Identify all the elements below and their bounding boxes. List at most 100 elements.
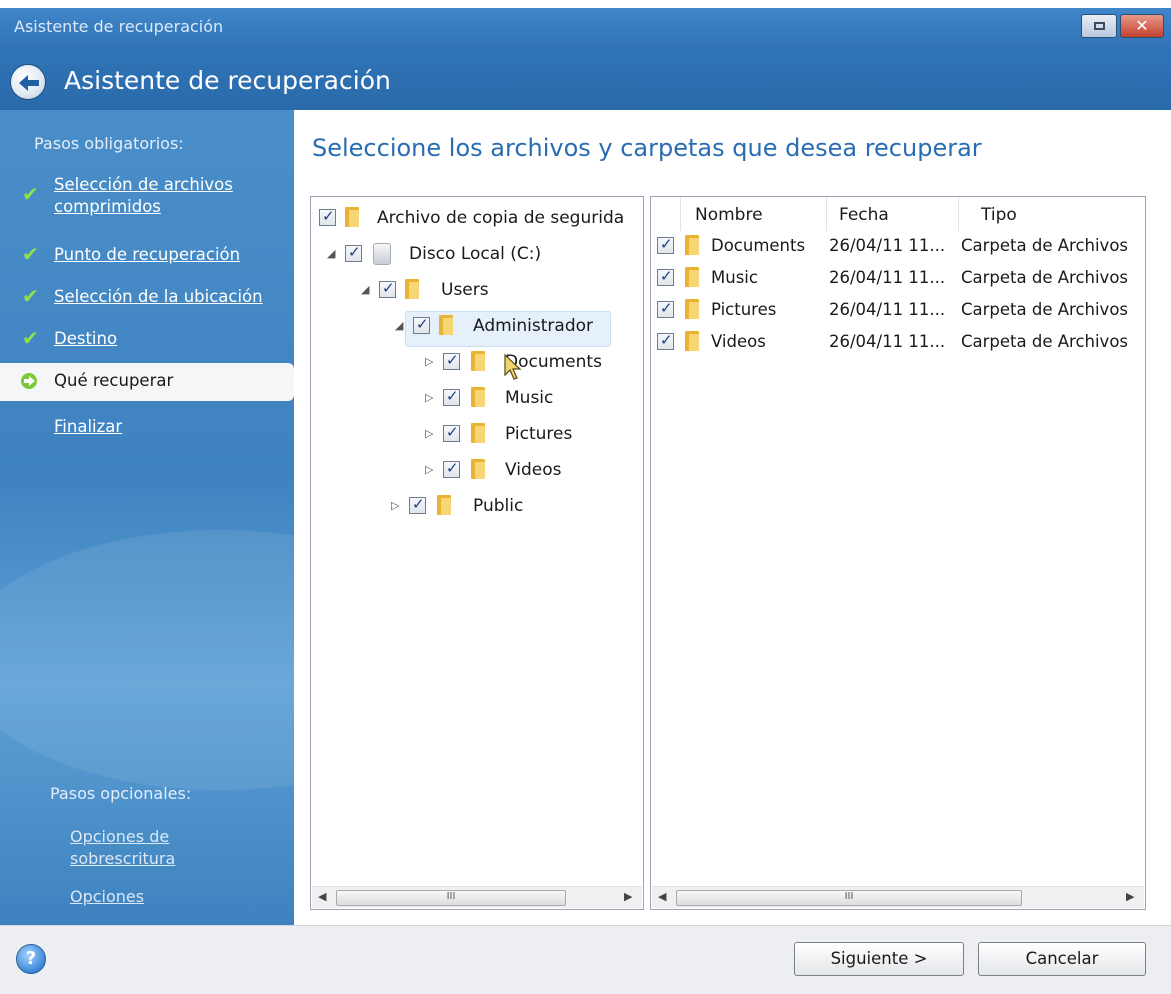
- row-type: Carpeta de Archivos: [961, 332, 1129, 351]
- public-checkbox[interactable]: [409, 495, 426, 514]
- administrador-checkbox[interactable]: [413, 315, 430, 334]
- folder-icon: [405, 279, 419, 299]
- folder-icon: [471, 351, 485, 371]
- restore-icon: [1094, 22, 1105, 30]
- required-steps-label: Pasos obligatorios:: [34, 134, 184, 153]
- sidebar-item-label: Punto de recuperación: [54, 245, 241, 264]
- folder-tree[interactable]: Archivo de copia de segurida ◢ Disco Loc…: [310, 196, 644, 910]
- collapse-icon[interactable]: ◢: [361, 283, 369, 296]
- users-checkbox[interactable]: [379, 279, 396, 298]
- column-header-label: Fecha: [839, 205, 889, 225]
- sidebar-item-what-to-recover[interactable]: Qué recuperar: [0, 363, 294, 401]
- expand-icon[interactable]: ▷: [425, 463, 433, 476]
- tree-node-public[interactable]: Public: [473, 496, 523, 516]
- check-icon: ✔: [22, 182, 39, 206]
- page-title: Asistente de recuperación: [64, 66, 391, 95]
- sidebar-item-label: Selección de la ubicación: [54, 287, 263, 306]
- tree-horizontal-scrollbar[interactable]: ◀ III ▶: [312, 886, 642, 908]
- folder-icon: [471, 459, 485, 479]
- column-header-label: Tipo: [981, 205, 1017, 225]
- sidebar-item-label: Opciones de: [70, 827, 170, 846]
- row-date: 26/04/11 11...: [829, 300, 946, 319]
- folder-icon: [439, 315, 453, 335]
- folder-icon: [685, 267, 699, 287]
- tree-node-users[interactable]: Users: [441, 280, 489, 300]
- sidebar-item-recovery-point[interactable]: ✔ Punto de recuperación: [0, 242, 294, 268]
- check-icon: ✔: [22, 284, 39, 308]
- row-date: 26/04/11 11...: [829, 236, 946, 255]
- sidebar-item-options[interactable]: Opciones: [0, 884, 294, 910]
- column-header-label: Nombre: [695, 205, 763, 225]
- tree-node-pictures[interactable]: Pictures: [505, 424, 572, 444]
- back-arrow-icon: [19, 75, 39, 91]
- column-header-select: [651, 197, 681, 231]
- sidebar-item-label: sobrescritura: [70, 849, 176, 868]
- row-checkbox[interactable]: [657, 235, 674, 254]
- next-button[interactable]: Siguiente >: [794, 942, 964, 976]
- file-list[interactable]: Nombre Fecha Tipo Documents 26/04/11 11.…: [650, 196, 1146, 910]
- expand-icon[interactable]: ▷: [425, 427, 433, 440]
- row-date: 26/04/11 11...: [829, 268, 946, 287]
- cancel-button[interactable]: Cancelar: [978, 942, 1146, 976]
- list-horizontal-scrollbar[interactable]: ◀ III ▶: [652, 886, 1144, 908]
- sidebar-item-label: comprimidos: [54, 197, 161, 216]
- folder-icon: [685, 331, 699, 351]
- scroll-right-icon[interactable]: ▶: [1126, 890, 1134, 903]
- main-content: Seleccione los archivos y carpetas que d…: [294, 110, 1171, 925]
- title-bar: Asistente de recuperación ✕: [0, 8, 1171, 52]
- sidebar: Pasos obligatorios: ✔ Selección de archi…: [0, 110, 294, 925]
- scroll-left-icon[interactable]: ◀: [318, 890, 326, 903]
- music-checkbox[interactable]: [443, 387, 460, 406]
- pictures-checkbox[interactable]: [443, 423, 460, 442]
- scroll-thumb[interactable]: III: [336, 890, 566, 906]
- folder-icon: [471, 387, 485, 407]
- row-name: Videos: [711, 332, 766, 351]
- scroll-right-icon[interactable]: ▶: [624, 890, 632, 903]
- close-icon: ✕: [1135, 16, 1149, 35]
- check-icon: ✔: [22, 242, 39, 266]
- collapse-icon[interactable]: ◢: [395, 319, 403, 332]
- collapse-icon[interactable]: ◢: [327, 247, 335, 260]
- sidebar-item-destination[interactable]: ✔ Destino: [0, 326, 294, 352]
- folder-icon: [471, 423, 485, 443]
- check-icon: ✔: [22, 326, 39, 350]
- tree-node-disk[interactable]: Disco Local (C:): [409, 244, 541, 264]
- scroll-left-icon[interactable]: ◀: [658, 890, 666, 903]
- column-header-type[interactable]: Tipo: [959, 197, 1145, 231]
- back-button[interactable]: [10, 64, 46, 100]
- restore-button[interactable]: [1081, 14, 1117, 38]
- root-checkbox[interactable]: [319, 207, 336, 226]
- videos-checkbox[interactable]: [443, 459, 460, 478]
- row-name: Documents: [711, 236, 806, 255]
- documents-checkbox[interactable]: [443, 351, 460, 370]
- close-button[interactable]: ✕: [1120, 14, 1164, 38]
- disk-checkbox[interactable]: [345, 243, 362, 262]
- sidebar-item-finish[interactable]: Finalizar: [0, 414, 294, 440]
- help-icon: ?: [25, 948, 37, 969]
- row-name: Music: [711, 268, 758, 287]
- help-button[interactable]: ?: [16, 944, 46, 974]
- tree-node-root[interactable]: Archivo de copia de segurida: [377, 208, 624, 228]
- folder-icon: [685, 235, 699, 255]
- recovery-wizard-window: Asistente de recuperación ✕ Asistente de…: [0, 8, 1171, 994]
- column-header-name[interactable]: Nombre: [681, 197, 827, 231]
- row-checkbox[interactable]: [657, 331, 674, 350]
- column-header-date[interactable]: Fecha: [827, 197, 959, 231]
- current-step-arrow-icon: [21, 373, 37, 389]
- row-checkbox[interactable]: [657, 267, 674, 286]
- row-checkbox[interactable]: [657, 299, 674, 318]
- tree-node-music[interactable]: Music: [505, 388, 553, 408]
- expand-icon[interactable]: ▷: [425, 355, 433, 368]
- tree-node-videos[interactable]: Videos: [505, 460, 562, 480]
- sidebar-item-archive-selection[interactable]: ✔ Selección de archivos comprimidos: [0, 174, 294, 222]
- sidebar-item-overwrite-options[interactable]: Opciones de sobrescritura: [0, 826, 294, 874]
- optional-steps-label: Pasos opcionales:: [50, 784, 192, 803]
- wizard-header: Asistente de recuperación: [0, 52, 1171, 110]
- expand-icon[interactable]: ▷: [425, 391, 433, 404]
- scroll-thumb[interactable]: III: [676, 890, 1022, 906]
- step-heading: Seleccione los archivos y carpetas que d…: [312, 134, 982, 162]
- expand-icon[interactable]: ▷: [391, 499, 399, 512]
- tree-node-administrador[interactable]: Administrador: [473, 316, 593, 336]
- sidebar-item-location[interactable]: ✔ Selección de la ubicación: [0, 284, 294, 310]
- row-type: Carpeta de Archivos: [961, 236, 1129, 255]
